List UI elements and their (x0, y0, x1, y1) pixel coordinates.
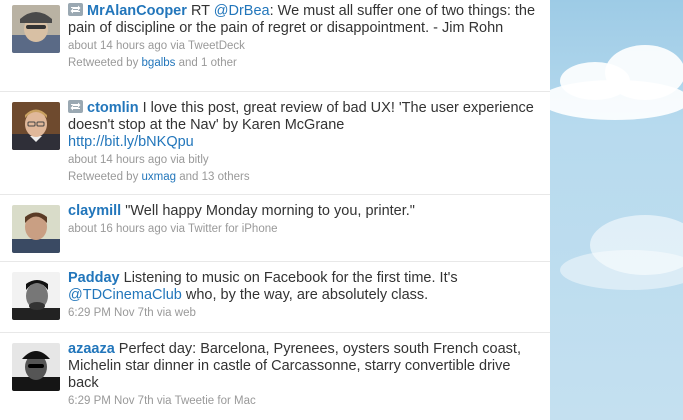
retweeted-by-label: Retweeted by (68, 171, 139, 183)
retweeter-link[interactable]: bgalbs (142, 57, 176, 69)
tweet-timestamp[interactable]: 6:29 PM Nov 7th (68, 395, 154, 407)
mention-link[interactable]: @DrBea (214, 3, 270, 19)
via-label: via (156, 395, 172, 407)
tweet-source[interactable]: TweetDeck (188, 40, 245, 52)
via-label: via (156, 307, 172, 319)
tweet-text: who, by the way, are absolutely class. (181, 287, 429, 303)
tweet-text: RT (190, 3, 214, 19)
tweet-meta: about 14 hours ago via bitly Retweeted b… (68, 152, 538, 186)
retweet-others: and 13 others (179, 171, 250, 183)
tweet-url-link[interactable]: http://bit.ly/bNKQpu (68, 134, 194, 150)
avatar[interactable] (12, 343, 60, 391)
tweet-username[interactable]: azaaza (68, 341, 115, 357)
timeline: MrAlanCooper RT @DrBea: We must all suff… (0, 0, 550, 420)
tweet-meta: 6:29 PM Nov 7th via web (68, 305, 538, 322)
tweet-text: "Well happy Monday morning to you, print… (125, 203, 415, 219)
avatar[interactable] (12, 272, 60, 320)
tweet-item: ctomlin I love this post, great review o… (0, 97, 550, 195)
tweet-source[interactable]: Tweetie for Mac (175, 395, 256, 407)
cloud-shape (560, 250, 683, 290)
tweet-timestamp[interactable]: about 14 hours ago (68, 40, 167, 52)
tweet-item: MrAlanCooper RT @DrBea: We must all suff… (0, 0, 550, 92)
tweet-username[interactable]: claymill (68, 203, 121, 219)
avatar[interactable] (12, 205, 60, 253)
avatar[interactable] (12, 5, 60, 53)
tweet-item: Padday Listening to music on Facebook fo… (0, 267, 550, 333)
via-label: via (170, 223, 186, 235)
tweet-item: azaaza Perfect day: Barcelona, Pyrenees,… (0, 338, 550, 420)
tweet-username[interactable]: MrAlanCooper (87, 3, 187, 19)
via-label: via (170, 154, 186, 166)
tweet-item: claymill "Well happy Monday morning to y… (0, 200, 550, 262)
background-sky (550, 0, 683, 420)
via-label: via (170, 40, 186, 52)
tweet-source[interactable]: Twitter for iPhone (188, 223, 277, 235)
tweet-username[interactable]: ctomlin (87, 100, 139, 116)
tweet-text: Perfect day: Barcelona, Pyrenees, oyster… (68, 341, 521, 391)
tweet-timestamp[interactable]: 6:29 PM Nov 7th (68, 307, 154, 319)
tweet-username[interactable]: Padday (68, 270, 120, 286)
tweet-source[interactable]: web (175, 307, 196, 319)
mention-link[interactable]: @TDCinemaClub (68, 287, 182, 303)
tweet-timestamp[interactable]: about 14 hours ago (68, 154, 167, 166)
avatar[interactable] (12, 102, 60, 150)
retweet-icon (68, 100, 83, 113)
tweet-meta: 6:29 PM Nov 7th via Tweetie for Mac (68, 393, 538, 410)
tweet-source[interactable]: bitly (188, 154, 208, 166)
retweet-others: and 1 other (178, 57, 237, 69)
retweeted-by-label: Retweeted by (68, 57, 139, 69)
tweet-meta: about 16 hours ago via Twitter for iPhon… (68, 221, 538, 238)
cloud-shape (550, 80, 683, 120)
tweet-text: Listening to music on Facebook for the f… (123, 270, 458, 286)
retweet-icon (68, 3, 83, 16)
tweet-meta: about 14 hours ago via TweetDeck Retweet… (68, 38, 538, 72)
tweet-timestamp[interactable]: about 16 hours ago (68, 223, 167, 235)
retweeter-link[interactable]: uxmag (142, 171, 177, 183)
